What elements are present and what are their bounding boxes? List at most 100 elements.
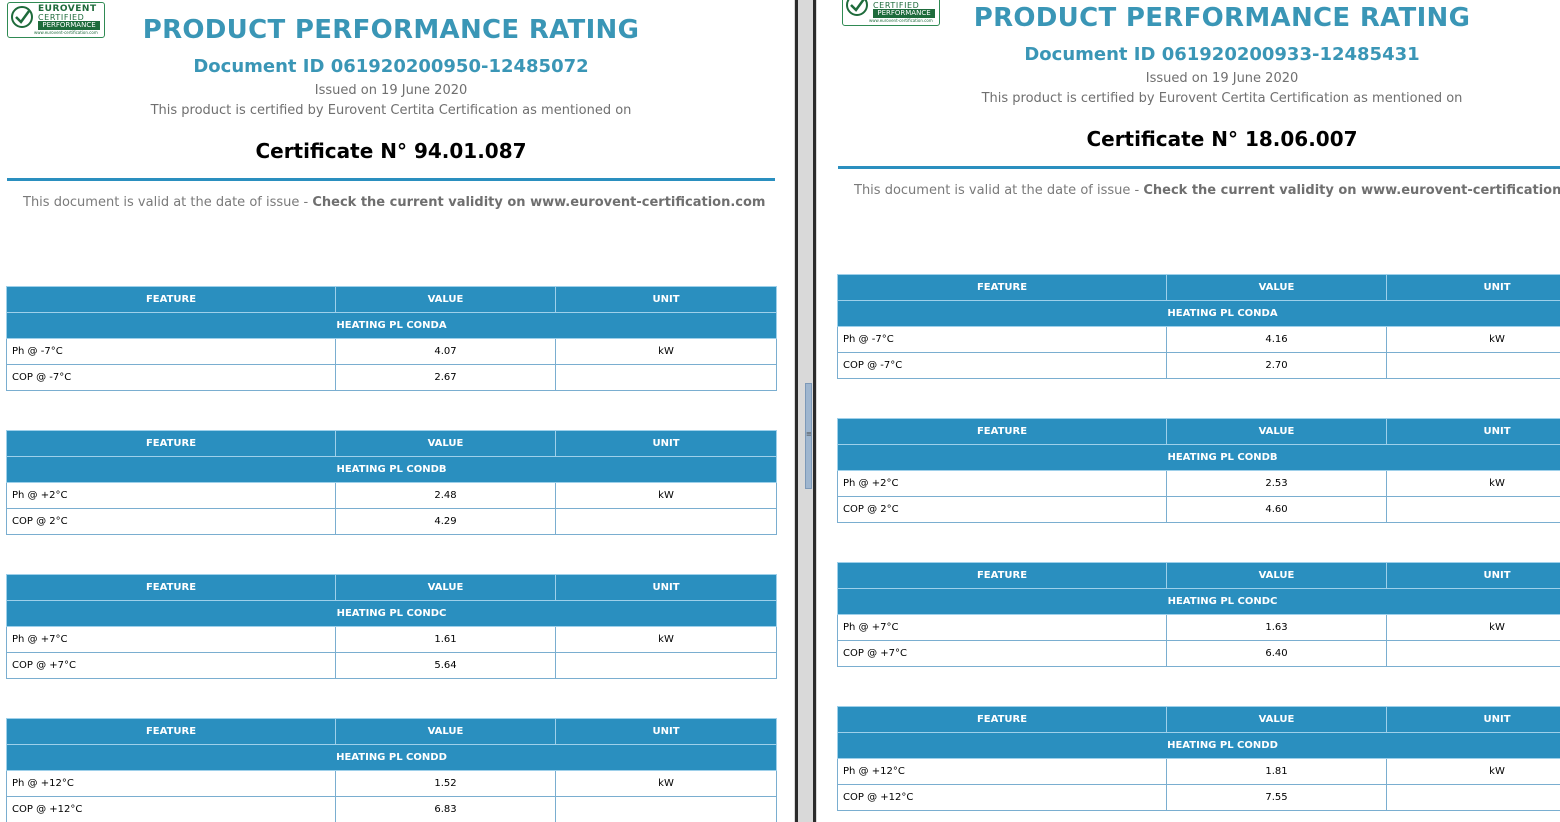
column-header-unit: UNIT bbox=[1386, 418, 1560, 445]
group-label: HEATING PL CONDA bbox=[6, 312, 777, 339]
group-label: HEATING PL CONDB bbox=[837, 444, 1560, 471]
table-row: Ph @ +7°C 1.61 kW bbox=[6, 626, 777, 653]
unit-cell: kW bbox=[555, 482, 777, 509]
value-cell: 5.64 bbox=[335, 652, 556, 679]
unit-cell: kW bbox=[1386, 326, 1560, 353]
page-title: PRODUCT PERFORMANCE RATING bbox=[973, 3, 1471, 33]
document-id: Document ID 061920200950-12485072 bbox=[193, 56, 589, 77]
feature-cell: COP @ +7°C bbox=[837, 640, 1167, 667]
document-id: Document ID 061920200933-12485431 bbox=[1024, 44, 1420, 65]
column-header-feature: FEATURE bbox=[837, 418, 1167, 445]
group-label: HEATING PL CONDD bbox=[6, 744, 777, 771]
value-cell: 7.55 bbox=[1166, 784, 1387, 811]
feature-cell: COP @ -7°C bbox=[6, 364, 336, 391]
column-header-unit: UNIT bbox=[555, 718, 777, 745]
certified-text: This product is certified by Eurovent Ce… bbox=[150, 103, 632, 118]
split-pane-divider[interactable]: ≡ bbox=[794, 0, 817, 822]
column-header-unit: UNIT bbox=[555, 430, 777, 457]
value-cell: 2.48 bbox=[335, 482, 556, 509]
table-group-row: HEATING PL CONDA bbox=[837, 300, 1560, 327]
feature-cell: Ph @ +2°C bbox=[6, 482, 336, 509]
unit-cell bbox=[555, 364, 777, 391]
unit-cell: kW bbox=[555, 626, 777, 653]
column-header-value: VALUE bbox=[1166, 562, 1387, 589]
unit-cell: kW bbox=[1386, 758, 1560, 785]
table-header-row: FEATURE VALUE UNIT bbox=[837, 418, 1560, 445]
unit-cell: kW bbox=[555, 338, 777, 365]
table-header-row: FEATURE VALUE UNIT bbox=[837, 562, 1560, 589]
right-document-pane[interactable]: EUROVENT CERTIFIED PERFORMANCE www.eurov… bbox=[817, 0, 1560, 822]
table-row: Ph @ +12°C 1.52 kW bbox=[6, 770, 777, 797]
column-header-unit: UNIT bbox=[555, 286, 777, 313]
value-cell: 4.60 bbox=[1166, 496, 1387, 523]
column-header-feature: FEATURE bbox=[6, 286, 336, 313]
group-label: HEATING PL CONDC bbox=[6, 600, 777, 627]
table-group-row: HEATING PL CONDB bbox=[837, 444, 1560, 471]
table-group-row: HEATING PL CONDA bbox=[6, 312, 777, 339]
column-header-value: VALUE bbox=[335, 286, 556, 313]
column-header-feature: FEATURE bbox=[837, 706, 1167, 733]
value-cell: 1.63 bbox=[1166, 614, 1387, 641]
table-row: COP @ +7°C 5.64 bbox=[6, 652, 777, 679]
validity-link-text: Check the current validity on www.eurove… bbox=[1143, 183, 1560, 198]
unit-cell bbox=[555, 796, 777, 822]
column-header-value: VALUE bbox=[1166, 706, 1387, 733]
table-group-row: HEATING PL CONDD bbox=[837, 732, 1560, 759]
group-label: HEATING PL CONDB bbox=[6, 456, 777, 483]
table-header-row: FEATURE VALUE UNIT bbox=[6, 718, 777, 745]
validity-prefix: This document is valid at the date of is… bbox=[23, 195, 313, 210]
table-header-row: FEATURE VALUE UNIT bbox=[6, 574, 777, 601]
feature-cell: COP @ +7°C bbox=[6, 652, 336, 679]
unit-cell: kW bbox=[1386, 470, 1560, 497]
grip-icon: ≡ bbox=[806, 430, 812, 438]
table-row: COP @ +7°C 6.40 bbox=[837, 640, 1560, 667]
validity-note: This document is valid at the date of is… bbox=[854, 183, 1560, 198]
issued-date: Issued on 19 June 2020 bbox=[314, 83, 468, 98]
unit-cell: kW bbox=[555, 770, 777, 797]
column-header-unit: UNIT bbox=[1386, 562, 1560, 589]
feature-cell: COP @ 2°C bbox=[6, 508, 336, 535]
feature-cell: Ph @ +12°C bbox=[837, 758, 1167, 785]
value-cell: 1.61 bbox=[335, 626, 556, 653]
left-document-pane[interactable]: EUROVENT CERTIFIED PERFORMANCE www.eurov… bbox=[0, 0, 794, 822]
column-header-value: VALUE bbox=[335, 430, 556, 457]
unit-cell bbox=[555, 508, 777, 535]
value-cell: 6.40 bbox=[1166, 640, 1387, 667]
table-row: Ph @ +7°C 1.63 kW bbox=[837, 614, 1560, 641]
table-group-row: HEATING PL CONDC bbox=[837, 588, 1560, 615]
group-label: HEATING PL CONDD bbox=[837, 732, 1560, 759]
column-header-value: VALUE bbox=[335, 718, 556, 745]
group-label: HEATING PL CONDA bbox=[837, 300, 1560, 327]
column-header-unit: UNIT bbox=[555, 574, 777, 601]
header-divider bbox=[838, 166, 1560, 169]
table-group-row: HEATING PL CONDC bbox=[6, 600, 777, 627]
table-row: Ph @ +12°C 1.81 kW bbox=[837, 758, 1560, 785]
column-header-value: VALUE bbox=[1166, 274, 1387, 301]
unit-cell bbox=[555, 652, 777, 679]
performance-table: FEATURE VALUE UNIT HEATING PL CONDD Ph @… bbox=[837, 706, 1560, 811]
group-label: HEATING PL CONDC bbox=[837, 588, 1560, 615]
performance-table: FEATURE VALUE UNIT HEATING PL CONDD Ph @… bbox=[6, 718, 777, 822]
feature-cell: Ph @ -7°C bbox=[837, 326, 1167, 353]
table-row: Ph @ -7°C 4.16 kW bbox=[837, 326, 1560, 353]
table-row: Ph @ +2°C 2.48 kW bbox=[6, 482, 777, 509]
value-cell: 4.16 bbox=[1166, 326, 1387, 353]
performance-table: FEATURE VALUE UNIT HEATING PL CONDA Ph @… bbox=[6, 286, 777, 391]
column-header-feature: FEATURE bbox=[6, 574, 336, 601]
performance-table: FEATURE VALUE UNIT HEATING PL CONDB Ph @… bbox=[837, 418, 1560, 523]
column-header-value: VALUE bbox=[335, 574, 556, 601]
column-header-feature: FEATURE bbox=[837, 562, 1167, 589]
feature-cell: Ph @ +7°C bbox=[6, 626, 336, 653]
certificate-number: Certificate N° 18.06.007 bbox=[1086, 127, 1358, 151]
divider-edge-left bbox=[795, 0, 798, 822]
table-row: COP @ -7°C 2.67 bbox=[6, 364, 777, 391]
value-cell: 1.52 bbox=[335, 770, 556, 797]
header-divider bbox=[7, 178, 775, 181]
table-row: COP @ +12°C 6.83 bbox=[6, 796, 777, 822]
feature-cell: Ph @ -7°C bbox=[6, 338, 336, 365]
page-title: PRODUCT PERFORMANCE RATING bbox=[142, 15, 640, 45]
feature-cell: COP @ -7°C bbox=[837, 352, 1167, 379]
column-header-value: VALUE bbox=[1166, 418, 1387, 445]
unit-cell bbox=[1386, 640, 1560, 667]
table-header-row: FEATURE VALUE UNIT bbox=[837, 706, 1560, 733]
